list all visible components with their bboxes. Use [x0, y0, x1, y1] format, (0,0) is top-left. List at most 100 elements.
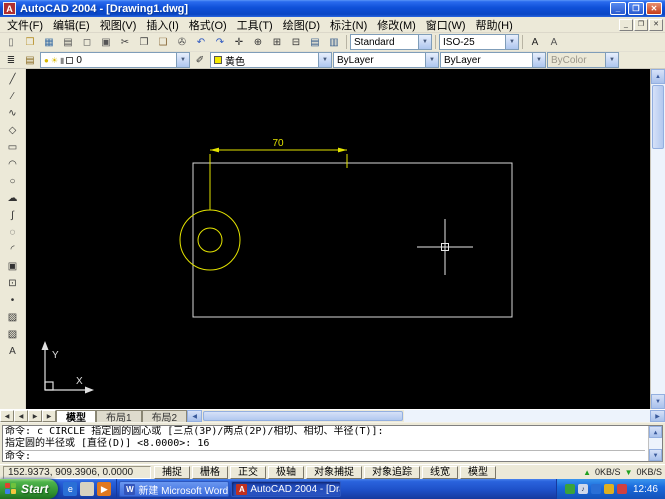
circle-icon[interactable]: ○: [2, 173, 23, 189]
close-button[interactable]: ✕: [646, 2, 662, 15]
ie-icon[interactable]: e: [63, 482, 78, 496]
vertical-scroll-thumb[interactable]: [652, 85, 664, 149]
zoom-realtime-icon[interactable]: ⊕: [249, 34, 267, 50]
layer-properties-icon[interactable]: ≣: [2, 52, 20, 68]
menu-tools[interactable]: 工具(T): [232, 16, 278, 34]
rectangle-icon[interactable]: ▭: [2, 139, 23, 155]
tab-layout2[interactable]: 布局2: [141, 410, 188, 424]
model-toggle[interactable]: 模型: [460, 465, 496, 479]
grid-toggle[interactable]: 栅格: [192, 465, 228, 479]
tab-next-button[interactable]: ▶: [28, 410, 42, 422]
pan-icon[interactable]: ✛: [230, 34, 248, 50]
match-properties-icon[interactable]: ✇: [173, 34, 191, 50]
tab-last-button[interactable]: ▶: [42, 410, 56, 422]
vertical-scroll-track[interactable]: [651, 150, 665, 394]
minimize-button[interactable]: _: [610, 2, 626, 15]
taskbar-item-autocad[interactable]: A AutoCAD 2004 - [Dra...: [231, 481, 342, 497]
horizontal-scroll-track[interactable]: [404, 410, 650, 422]
new-icon[interactable]: ▯: [2, 34, 20, 50]
arc-icon[interactable]: ◠: [2, 156, 23, 172]
lineweight-combo[interactable]: ByLayer ▼: [440, 52, 546, 68]
show-desktop-icon[interactable]: [80, 482, 95, 496]
otrack-toggle[interactable]: 对象追踪: [364, 465, 420, 479]
insert-block-icon[interactable]: ▣: [2, 258, 23, 274]
dim-style-icon[interactable]: A: [545, 34, 563, 50]
hatch-icon[interactable]: ▨: [2, 309, 23, 325]
menu-insert[interactable]: 插入(I): [141, 16, 183, 34]
scroll-down-icon[interactable]: ▼: [649, 449, 662, 461]
doc-minimize-button[interactable]: _: [619, 18, 633, 31]
taskbar-item-word[interactable]: W 新建 Microsoft Word ...: [119, 481, 230, 497]
region-icon[interactable]: ▧: [2, 326, 23, 342]
osnap-toggle[interactable]: 对象捕捉: [306, 465, 362, 479]
text-style-combo[interactable]: Standard ▼: [350, 34, 432, 50]
spline-icon[interactable]: ∫: [2, 207, 23, 223]
zoom-window-icon[interactable]: ⊞: [268, 34, 286, 50]
menu-dimension[interactable]: 标注(N): [325, 16, 372, 34]
menu-modify[interactable]: 修改(M): [372, 16, 421, 34]
open-icon[interactable]: ❒: [21, 34, 39, 50]
ellipse-icon[interactable]: ◌: [2, 224, 23, 240]
tray-antivirus-icon[interactable]: [564, 484, 575, 494]
linetype-combo[interactable]: ByLayer ▼: [333, 52, 439, 68]
tray-message-icon[interactable]: [616, 484, 627, 494]
vertical-scrollbar[interactable]: ▲ ▼: [650, 69, 665, 409]
menu-file[interactable]: 文件(F): [2, 16, 48, 34]
menu-format[interactable]: 格式(O): [184, 16, 232, 34]
tab-layout1[interactable]: 布局1: [96, 410, 142, 424]
save-icon[interactable]: ▦: [40, 34, 58, 50]
color-combo[interactable]: 黄色 ▼: [210, 52, 332, 68]
designcenter-icon[interactable]: ▥: [325, 34, 343, 50]
chevron-down-icon[interactable]: ▼: [532, 53, 545, 67]
layer-combo[interactable]: ● ☀ ▮ 0 ▼: [40, 52, 190, 68]
restore-button[interactable]: ❐: [628, 2, 644, 15]
command-scroll-track[interactable]: [649, 438, 662, 449]
chevron-down-icon[interactable]: ▼: [418, 35, 431, 49]
make-object-layer-current-icon[interactable]: ✐: [191, 52, 209, 68]
tab-first-button[interactable]: ◀: [0, 410, 14, 422]
multiline-text-icon[interactable]: A: [2, 343, 23, 359]
tray-volume-icon[interactable]: ♪: [577, 484, 588, 494]
command-input-line[interactable]: 命令:: [5, 450, 645, 461]
menu-edit[interactable]: 编辑(E): [48, 16, 95, 34]
doc-close-button[interactable]: ✕: [649, 18, 663, 31]
start-button[interactable]: Start: [0, 479, 59, 499]
paste-icon[interactable]: ❑: [154, 34, 172, 50]
plot-preview-icon[interactable]: ◻: [78, 34, 96, 50]
polyline-icon[interactable]: ∿: [2, 105, 23, 121]
dim-style-combo[interactable]: ISO-25 ▼: [439, 34, 519, 50]
revision-cloud-icon[interactable]: ☁: [2, 190, 23, 206]
chevron-down-icon[interactable]: ▼: [505, 35, 518, 49]
chevron-down-icon[interactable]: ▼: [176, 53, 189, 67]
menu-window[interactable]: 窗口(W): [421, 16, 471, 34]
publish-icon[interactable]: ▣: [97, 34, 115, 50]
plot-icon[interactable]: ▤: [59, 34, 77, 50]
menu-view[interactable]: 视图(V): [95, 16, 142, 34]
lineweight-toggle[interactable]: 线宽: [422, 465, 458, 479]
doc-restore-button[interactable]: ❐: [634, 18, 648, 31]
copy-icon[interactable]: ❐: [135, 34, 153, 50]
polar-toggle[interactable]: 极轴: [268, 465, 304, 479]
command-scrollbar[interactable]: ▲ ▼: [648, 426, 662, 461]
horizontal-scrollbar[interactable]: ◀ ▶: [187, 410, 665, 422]
scroll-right-icon[interactable]: ▶: [650, 410, 665, 422]
chevron-down-icon[interactable]: ▼: [425, 53, 438, 67]
scroll-up-icon[interactable]: ▲: [651, 69, 665, 84]
snap-toggle[interactable]: 捕捉: [154, 465, 190, 479]
zoom-previous-icon[interactable]: ⊟: [287, 34, 305, 50]
cut-icon[interactable]: ✂: [116, 34, 134, 50]
menu-help[interactable]: 帮助(H): [471, 16, 518, 34]
ellipse-arc-icon[interactable]: ◜: [2, 241, 23, 257]
make-block-icon[interactable]: ⊡: [2, 275, 23, 291]
command-text-area[interactable]: 命令: c CIRCLE 指定圆的圆心或 [三点(3P)/两点(2P)/相切、相…: [2, 425, 663, 462]
scroll-up-icon[interactable]: ▲: [649, 426, 662, 438]
scroll-left-icon[interactable]: ◀: [187, 410, 203, 422]
tab-model[interactable]: 模型: [56, 410, 96, 424]
chevron-down-icon[interactable]: ▼: [318, 53, 331, 67]
line-icon[interactable]: ╱: [2, 71, 23, 87]
menu-draw[interactable]: 绘图(D): [278, 16, 325, 34]
text-style-icon[interactable]: A: [526, 34, 544, 50]
undo-icon[interactable]: ↶: [192, 34, 210, 50]
media-player-icon[interactable]: ▶: [97, 482, 112, 496]
point-icon[interactable]: •: [2, 292, 23, 308]
